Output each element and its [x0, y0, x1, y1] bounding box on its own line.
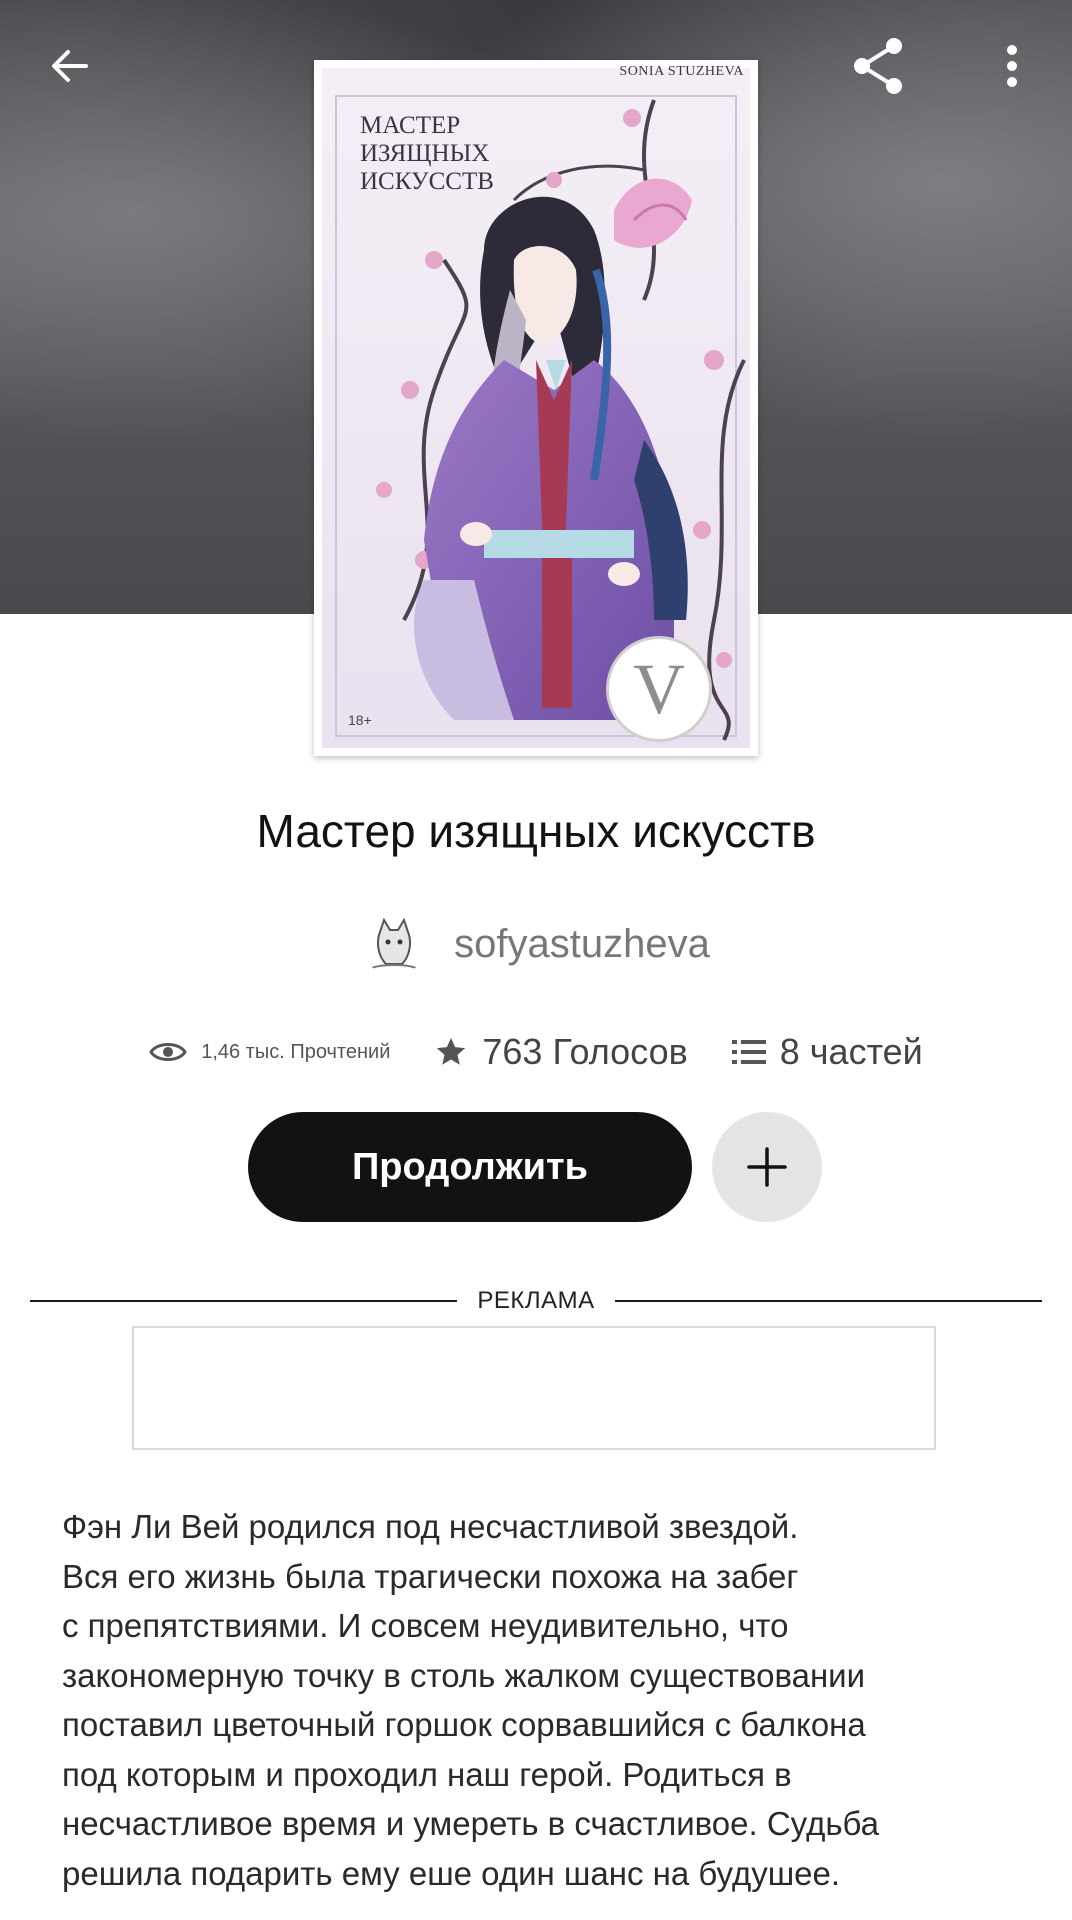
list-icon — [731, 1040, 766, 1064]
author-link[interactable]: sofyastuzheva — [0, 912, 1072, 976]
arrow-left-icon — [52, 50, 88, 82]
cover-badge: V — [606, 636, 712, 742]
ad-banner-slot[interactable] — [132, 1326, 936, 1450]
parts-count: 8 частей — [779, 1031, 923, 1072]
book-title: Мастер изящных искусств — [256, 805, 816, 857]
author-avatar[interactable] — [362, 912, 427, 976]
stats-row: 1,46 тыс. Прочтений 763 Голосов 8 частей — [0, 1022, 1072, 1082]
more-vertical-icon — [1007, 45, 1017, 87]
ad-divider: РЕКЛАМА — [30, 1286, 1043, 1316]
book-description: Фэн Ли Вей родился под несчастливой звез… — [62, 1508, 880, 1892]
cover-age-rating: 18+ — [348, 712, 372, 728]
cat-avatar-icon — [362, 912, 427, 976]
votes-stat: 763 Голосов — [434, 1031, 688, 1073]
more-options-button[interactable] — [976, 30, 1048, 102]
add-to-library-button[interactable] — [712, 1112, 822, 1222]
share-button[interactable] — [842, 30, 914, 102]
book-cover[interactable]: SONIA STUZHEVA МАСТЕР ИЗЯЩНЫХ ИСКУССТВ 1… — [314, 60, 758, 756]
share-icon — [854, 38, 902, 94]
author-name[interactable]: sofyastuzheva — [454, 922, 710, 967]
cover-title-text: МАСТЕР ИЗЯЩНЫХ ИСКУССТВ — [360, 112, 494, 195]
back-button[interactable] — [34, 30, 106, 102]
parts-stat: 8 частей — [731, 1031, 923, 1073]
ad-divider-line-right — [614, 1300, 1043, 1302]
ad-label: РЕКЛАМА — [477, 1287, 595, 1314]
ad-divider-line-left — [30, 1300, 458, 1302]
star-icon — [437, 1037, 466, 1065]
votes-count: 763 Голосов — [482, 1031, 688, 1072]
reads-stat: 1,46 тыс. Прочтений — [149, 1039, 390, 1065]
eye-icon — [149, 1043, 187, 1061]
continue-reading-button[interactable]: Продолжить — [248, 1112, 692, 1222]
cover-author-text: SONIA STUZHEVA — [619, 64, 744, 79]
reads-count: 1,46 тыс. Прочтений — [201, 1040, 391, 1063]
plus-icon — [747, 1147, 787, 1187]
